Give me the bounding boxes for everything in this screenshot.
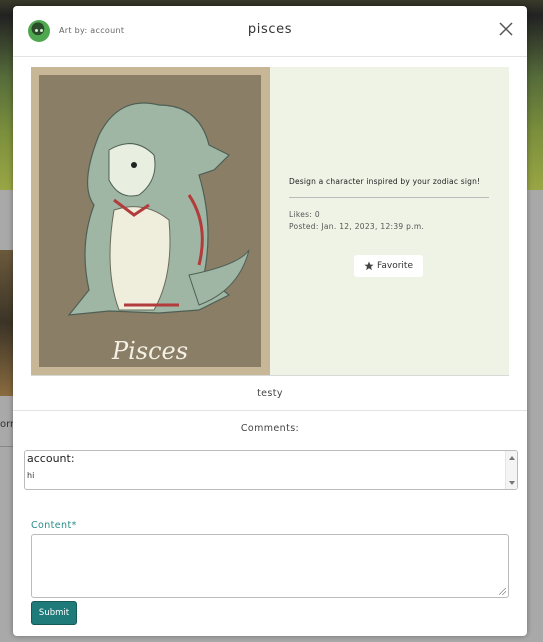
section-divider — [13, 410, 527, 411]
modal-header: Art by: account pisces — [13, 6, 527, 57]
content-field-label: Content* — [31, 520, 77, 531]
artwork-row: Pisces Design a character inspired by yo… — [31, 67, 509, 376]
comments-scrollbar[interactable] — [505, 451, 517, 489]
artwork-description: testy — [257, 388, 283, 399]
favorite-label: Favorite — [377, 261, 413, 271]
comments-heading: Comments: — [240, 423, 300, 434]
close-icon[interactable] — [498, 21, 514, 37]
comment-text: hi — [27, 471, 35, 480]
scroll-down-icon[interactable] — [509, 481, 515, 485]
artwork-caption-lettering: Pisces — [111, 337, 189, 365]
background-card-image — [0, 250, 14, 396]
artwork-canvas: Pisces — [39, 75, 261, 367]
background-divider — [0, 446, 14, 447]
comment-author: account: — [27, 452, 75, 465]
artwork-image: Pisces — [31, 67, 270, 375]
comments-list[interactable]: account: hi — [24, 450, 518, 490]
likes-count: Likes: 0 — [289, 210, 320, 219]
art-detail-modal: Art by: account pisces Pisces Design a c… — [13, 6, 527, 636]
info-divider — [289, 197, 489, 198]
favorite-button[interactable]: Favorite — [354, 255, 423, 277]
artwork-illustration — [67, 102, 250, 316]
resize-handle-icon[interactable] — [499, 588, 506, 595]
submit-button[interactable]: Submit — [31, 601, 77, 625]
modal-title: pisces — [247, 22, 293, 37]
posted-date: Posted: Jan. 12, 2023, 12:39 p.m. — [289, 222, 425, 231]
star-icon — [364, 261, 374, 271]
challenge-prompt: Design a character inspired by your zodi… — [289, 177, 481, 186]
comment-content-input[interactable] — [31, 534, 509, 598]
scroll-up-icon[interactable] — [509, 456, 515, 460]
artwork-info-panel: Design a character inspired by your zodi… — [270, 67, 509, 375]
